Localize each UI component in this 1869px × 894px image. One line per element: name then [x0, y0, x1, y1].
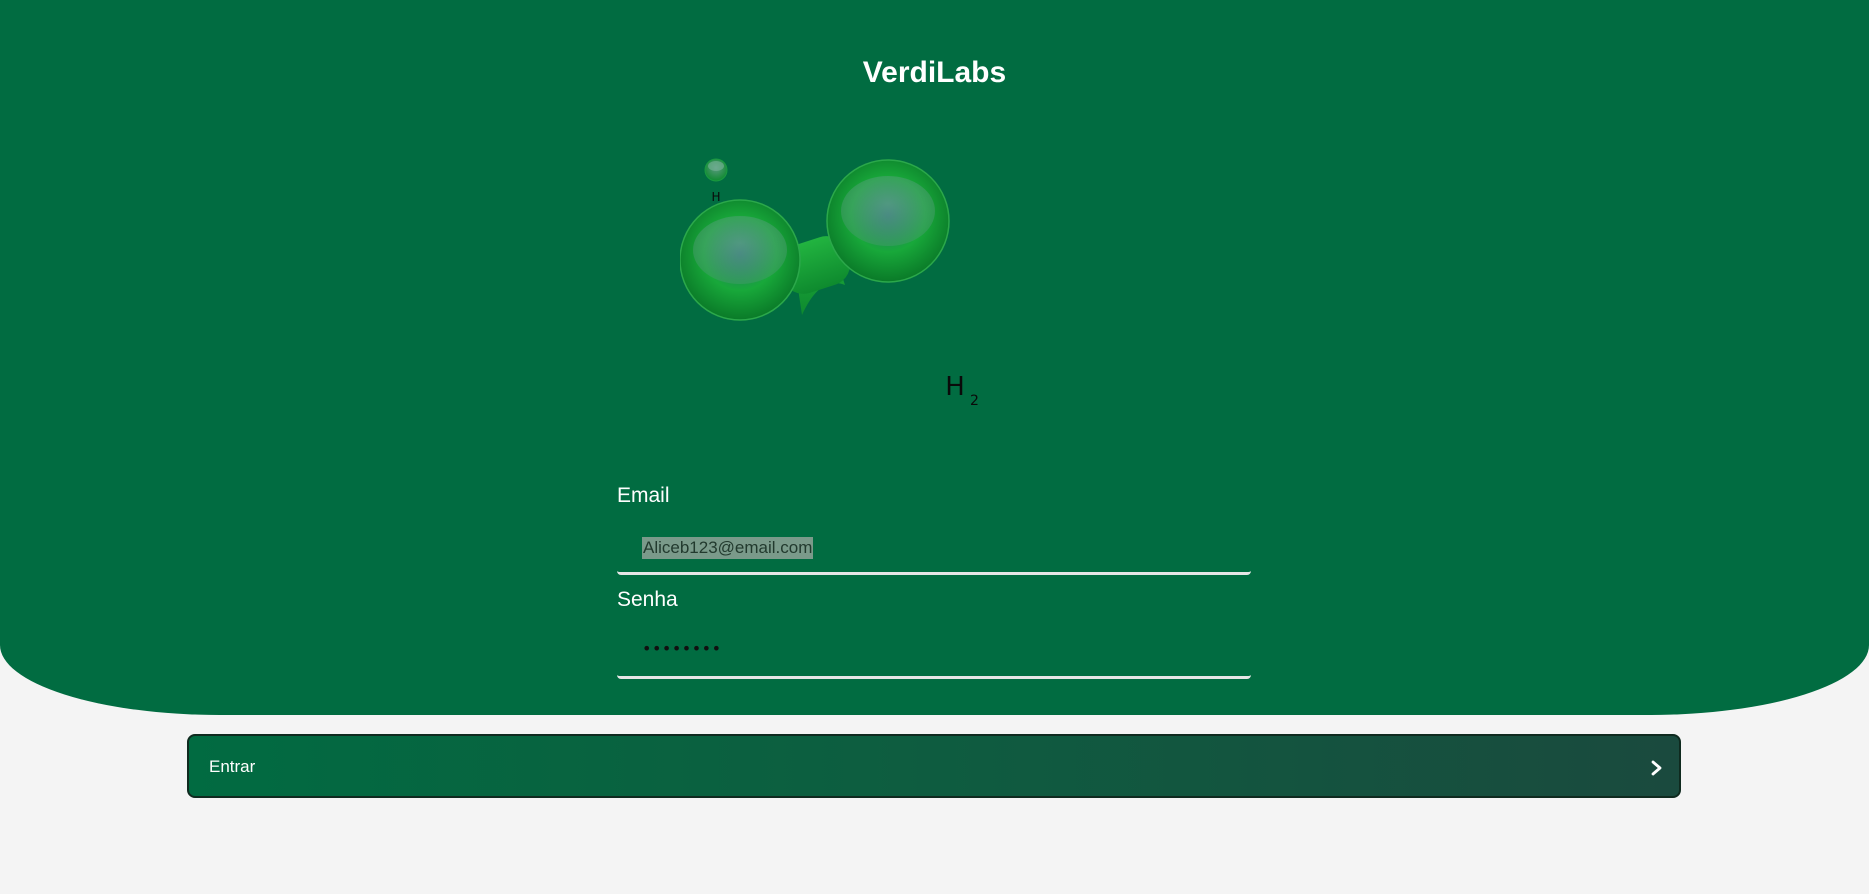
email-input-value[interactable]: Aliceb123@email.com: [642, 537, 814, 559]
password-label: Senha: [617, 588, 678, 611]
password-field[interactable]: ••••••••: [617, 627, 1251, 679]
h2-molecule-illustration: H H 2: [680, 158, 979, 409]
hydrogen-atom-left: [680, 199, 801, 321]
enter-button[interactable]: Entrar: [187, 734, 1681, 798]
enter-button-label: Entrar: [209, 757, 256, 776]
email-field[interactable]: Aliceb123@email.com: [617, 523, 1251, 575]
formula-symbol: H: [945, 372, 965, 402]
hydrogen-atom-right: [826, 159, 950, 283]
small-atom-label: H: [711, 190, 720, 204]
password-input-value[interactable]: ••••••••: [642, 639, 722, 658]
chevron-right-icon: [1651, 760, 1662, 776]
app-title: VerdiLabs: [862, 56, 1007, 89]
small-hydrogen-atom: [704, 158, 728, 182]
formula-subscript: 2: [970, 393, 979, 409]
email-label: Email: [617, 484, 670, 507]
